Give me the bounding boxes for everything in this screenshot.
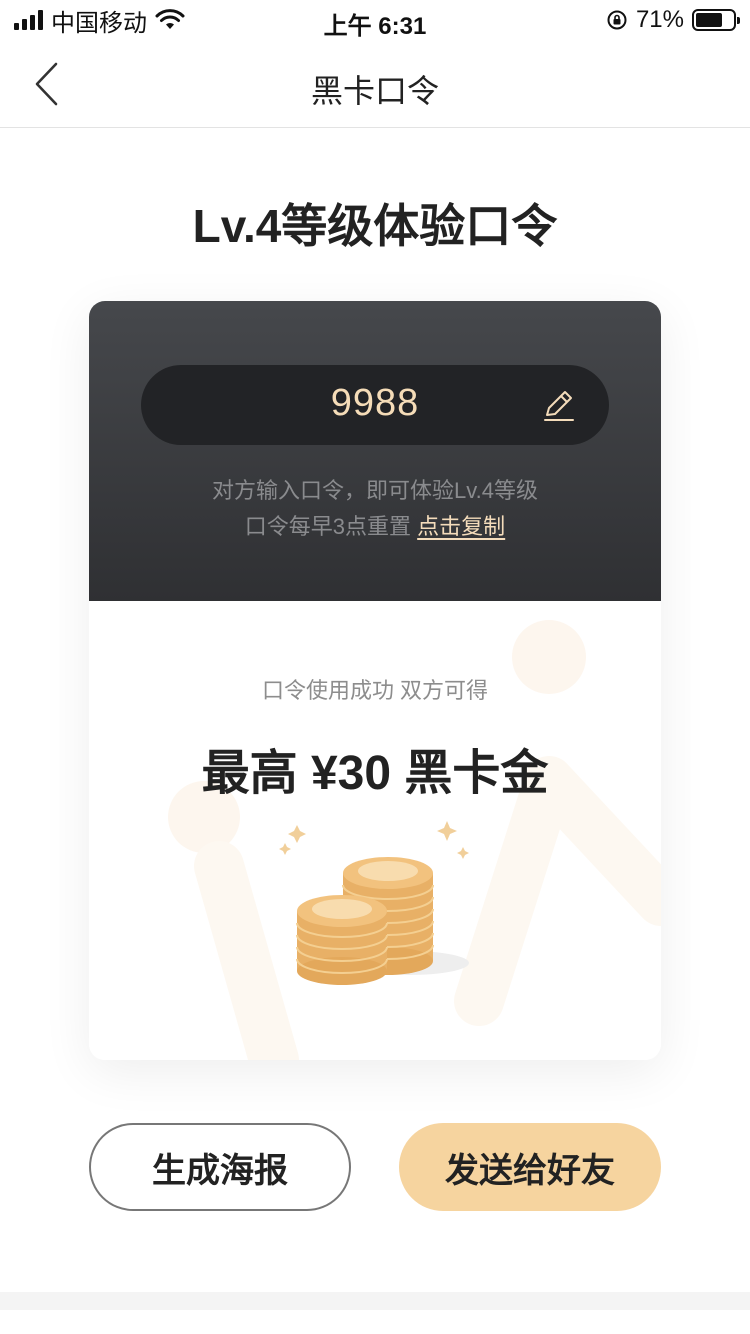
reward-section: 口令使用成功 双方可得 最高 ¥30 黑卡金 [89,601,661,1060]
card-header: 9988 对方输入口令，即可体验Lv.4等级 口令每早3点重置 点击复制 [89,301,661,601]
reward-note: 口令使用成功 双方可得 [261,678,489,703]
copy-code-link[interactable]: 点击复制 [417,514,505,539]
desc-line-1: 对方输入口令，即可体验Lv.4等级 [212,478,538,503]
status-bar: 中国移动 上午 6:31 71% [0,0,750,40]
pencil-icon [544,391,574,421]
nav-bar: 黑卡口令 [0,40,750,128]
send-to-friend-button[interactable]: 发送给好友 [399,1123,661,1211]
rotation-lock-icon [607,10,627,30]
gold-coins-icon [279,821,469,985]
desc-line-2: 口令每早3点重置 点击复制 [89,509,661,545]
reset-note: 口令每早3点重置 [244,514,412,539]
code-description: 对方输入口令，即可体验Lv.4等级 口令每早3点重置 点击复制 [89,473,661,545]
battery-percent: 71% [635,6,684,33]
code-field: 9988 [141,365,609,445]
nav-title: 黑卡口令 [310,73,439,109]
page-title: Lv.4等级体验口令 [192,200,558,252]
edit-code-button[interactable] [539,385,579,425]
generate-poster-button[interactable]: 生成海报 [89,1123,351,1211]
code-card: 9988 对方输入口令，即可体验Lv.4等级 口令每早3点重置 点击复制 口令使… [89,301,661,1060]
reward-amount: 最高 ¥30 黑卡金 [201,747,549,800]
status-right: 71% [606,6,740,34]
bottom-divider [0,1292,750,1310]
battery-icon [692,9,740,31]
